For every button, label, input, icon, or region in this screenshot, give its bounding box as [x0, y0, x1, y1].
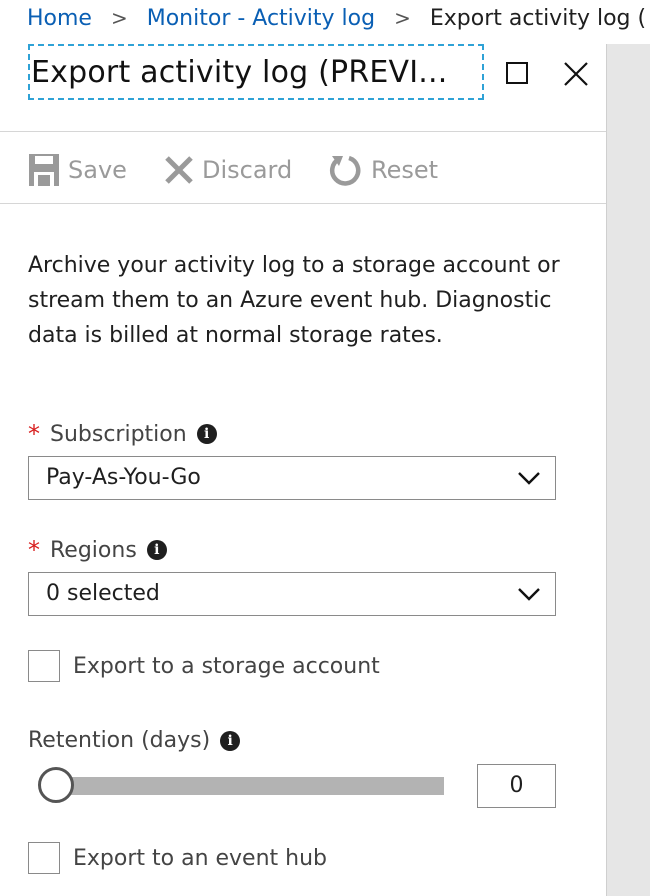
regions-dropdown[interactable]: 0 selected — [28, 572, 556, 616]
retention-label: Retention (days) i — [28, 728, 241, 753]
blade-title-container: Export activity log (PREVI... — [28, 44, 484, 100]
retention-slider-thumb[interactable] — [38, 767, 74, 803]
required-marker: * — [28, 536, 40, 564]
retention-slider-track[interactable] — [56, 777, 444, 795]
breadcrumb: Home > Monitor - Activity log > Export a… — [27, 2, 646, 34]
retention-days-input[interactable]: 0 — [477, 764, 556, 808]
subscription-dropdown[interactable]: Pay-As-You-Go — [28, 456, 556, 500]
breadcrumb-home-link[interactable]: Home — [27, 6, 92, 31]
discard-button[interactable]: Discard — [164, 150, 292, 190]
header-divider — [0, 131, 606, 132]
maximize-icon[interactable] — [506, 62, 528, 84]
discard-icon — [165, 156, 193, 184]
export-storage-option[interactable]: Export to a storage account — [28, 648, 380, 684]
required-marker: * — [28, 420, 40, 448]
chevron-down-icon — [518, 588, 540, 601]
export-storage-label: Export to a storage account — [73, 653, 380, 679]
save-button[interactable]: Save — [28, 150, 127, 190]
toolbar-divider — [0, 203, 606, 204]
info-icon[interactable]: i — [146, 540, 167, 560]
description-text: Archive your activity log to a storage a… — [28, 253, 560, 348]
regions-value: 0 selected — [46, 581, 160, 606]
chevron-right-icon: > — [110, 6, 128, 30]
regions-label: * Regions i — [28, 536, 167, 564]
export-event-hub-label: Export to an event hub — [73, 845, 328, 871]
subscription-value: Pay-As-You-Go — [46, 465, 201, 490]
discard-label: Discard — [202, 156, 293, 184]
subscription-label-text: Subscription — [50, 421, 187, 447]
export-storage-checkbox[interactable] — [28, 650, 60, 682]
export-event-hub-checkbox[interactable] — [28, 842, 60, 874]
info-icon[interactable]: i — [220, 730, 241, 751]
breadcrumb-monitor-link[interactable]: Monitor - Activity log — [147, 6, 375, 31]
background-panel-strip — [606, 44, 650, 896]
page-title: Export activity log (PREVI... — [31, 55, 448, 90]
chevron-down-icon — [518, 472, 540, 485]
info-icon[interactable]: i — [196, 424, 217, 444]
reset-button[interactable]: Reset — [329, 150, 438, 190]
regions-label-text: Regions — [50, 537, 137, 563]
retention-label-text: Retention (days) — [28, 728, 211, 753]
chevron-right-icon: > — [394, 6, 411, 30]
subscription-label: * Subscription i — [28, 420, 217, 448]
reset-label: Reset — [371, 156, 439, 184]
breadcrumb-current: Export activity log ( — [429, 6, 647, 31]
close-icon[interactable] — [562, 60, 590, 88]
export-event-hub-option[interactable]: Export to an event hub — [28, 840, 327, 876]
save-icon — [29, 154, 59, 186]
reset-icon — [329, 155, 361, 186]
save-label: Save — [68, 156, 127, 184]
